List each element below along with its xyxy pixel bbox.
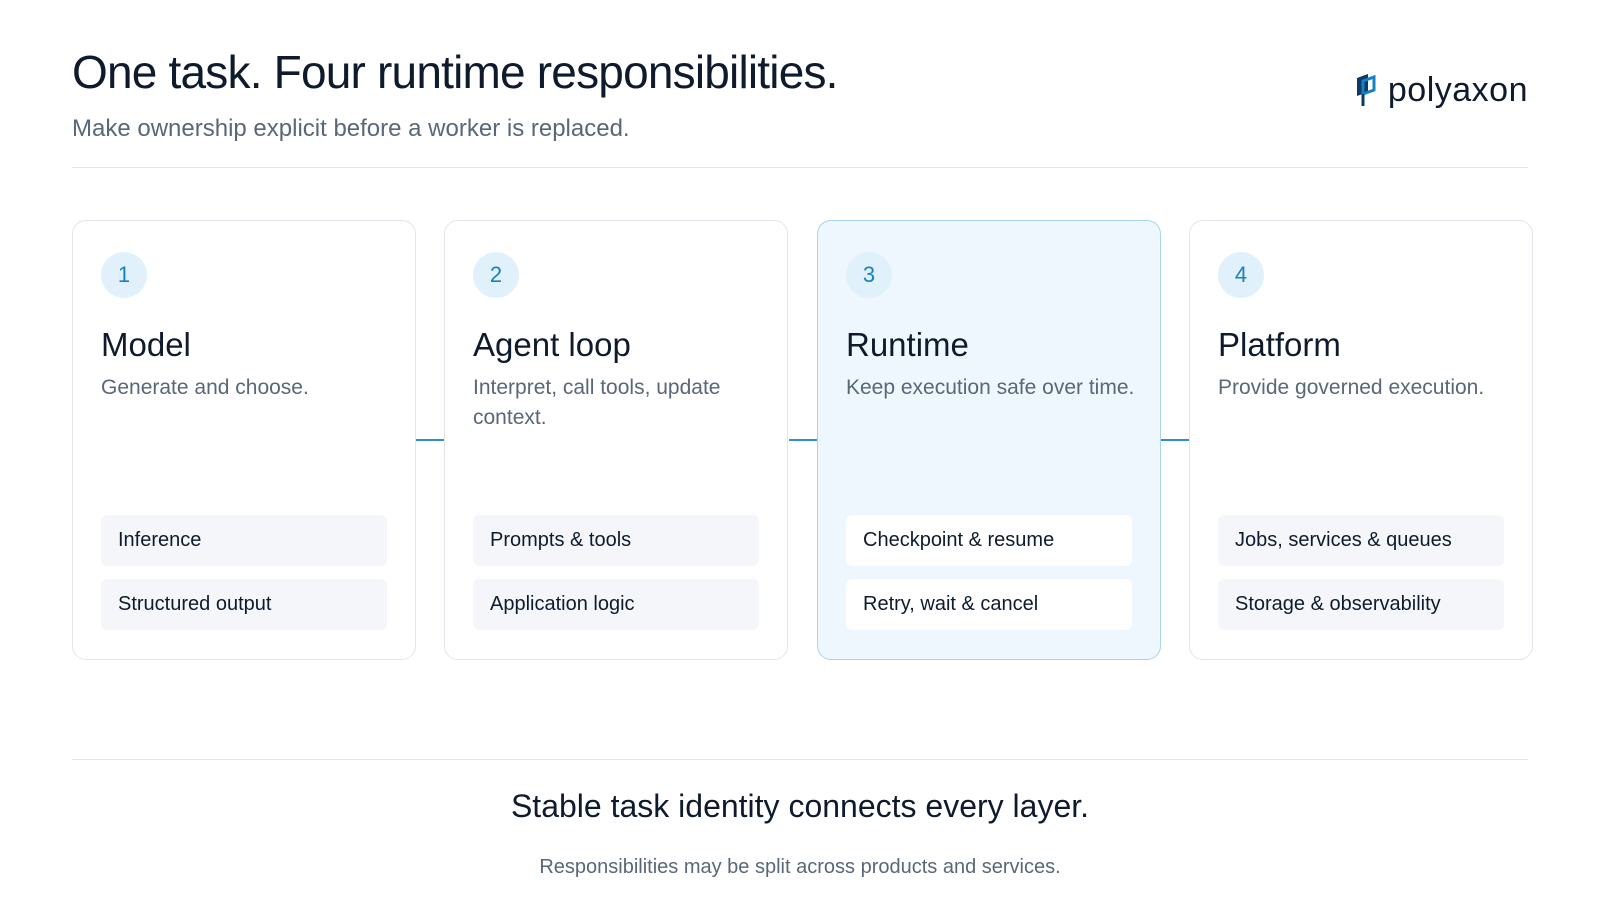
card-item: Storage & observability xyxy=(1218,579,1504,630)
card-item: Retry, wait & cancel xyxy=(846,579,1132,630)
step-number-badge: 4 xyxy=(1218,252,1264,298)
card-title: Model xyxy=(101,326,191,363)
card-description: Interpret, call tools, update context. xyxy=(473,376,721,429)
card-description: Generate and choose. xyxy=(101,376,309,399)
card-item: Application logic xyxy=(473,579,759,630)
connector-line xyxy=(789,439,817,441)
polyaxon-logo-icon xyxy=(1356,74,1376,106)
card-item: Prompts & tools xyxy=(473,515,759,566)
card-title: Agent loop xyxy=(473,326,631,363)
footer-divider xyxy=(72,759,1528,760)
card-model: 1 Model Generate and choose. Inference S… xyxy=(72,220,416,660)
card-item: Structured output xyxy=(101,579,387,630)
card-item: Inference xyxy=(101,515,387,566)
page-title: One task. Four runtime responsibilities. xyxy=(72,46,838,98)
polyaxon-logo: polyaxon xyxy=(1354,70,1528,110)
card-agent-loop: 2 Agent loop Interpret, call tools, upda… xyxy=(444,220,788,660)
step-number-badge: 1 xyxy=(101,252,147,298)
card-description: Keep execution safe over time. xyxy=(846,376,1135,399)
footer-title: Stable task identity connects every laye… xyxy=(510,788,1090,824)
card-platform: 4 Platform Provide governed execution. J… xyxy=(1189,220,1533,660)
card-title: Platform xyxy=(1218,326,1341,363)
page-subtitle: Make ownership explicit before a worker … xyxy=(72,115,630,142)
card-item: Jobs, services & queues xyxy=(1218,515,1504,566)
page-header: One task. Four runtime responsibilities.… xyxy=(72,44,1528,168)
step-number-badge: 3 xyxy=(846,252,892,298)
connector-line xyxy=(1161,439,1189,441)
card-item: Checkpoint & resume xyxy=(846,515,1132,566)
footer-note: Responsibilities may be split across pro… xyxy=(539,856,1061,878)
responsibility-cards: 1 Model Generate and choose. Inference S… xyxy=(72,220,1533,660)
card-description: Provide governed execution. xyxy=(1218,376,1485,399)
logo-text: polyaxon xyxy=(1387,71,1528,109)
card-runtime: 3 Runtime Keep execution safe over time.… xyxy=(817,220,1161,660)
step-number-badge: 2 xyxy=(473,252,519,298)
connector-line xyxy=(416,439,444,441)
card-title: Runtime xyxy=(846,326,969,363)
